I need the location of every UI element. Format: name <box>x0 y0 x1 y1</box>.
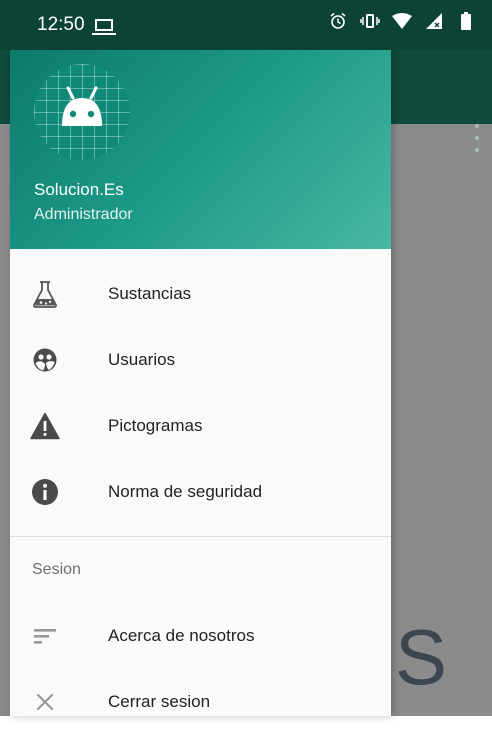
menu-item-acerca[interactable]: Acerca de nosotros <box>10 603 391 669</box>
warning-icon <box>28 409 62 443</box>
status-icons <box>328 11 476 31</box>
drawer-header: Solucion.Es Administrador <box>10 50 391 249</box>
overflow-menu-icon[interactable] <box>474 124 480 152</box>
battery-icon <box>456 11 476 31</box>
menu-item-label: Norma de seguridad <box>108 482 263 501</box>
menu-item-norma-seguridad[interactable]: Norma de seguridad <box>10 459 391 525</box>
profile-name: Solucion.Es <box>34 180 124 199</box>
menu-item-usuarios[interactable]: Usuarios <box>10 327 391 393</box>
menu-item-label: Acerca de nosotros <box>108 626 255 645</box>
drawer-menu: Sustancias Usuarios Pictogramas Norma de… <box>10 261 391 735</box>
section-title-sesion: Sesion <box>32 561 81 578</box>
profile-role: Administrador <box>34 206 133 223</box>
vibrate-icon <box>360 11 380 31</box>
status-time: 12:50 <box>37 14 85 35</box>
menu-item-pictogramas[interactable]: Pictogramas <box>10 393 391 459</box>
menu-item-cerrar-sesion[interactable]: Cerrar sesion <box>10 669 391 735</box>
background-partial-text: S <box>395 613 448 701</box>
flask-icon <box>28 277 62 311</box>
info-icon <box>28 475 62 509</box>
alarm-icon <box>328 11 348 31</box>
wifi-icon <box>392 11 412 31</box>
menu-item-label: Sustancias <box>108 284 192 303</box>
menu-item-label: Cerrar sesion <box>108 692 211 711</box>
menu-item-label: Usuarios <box>108 350 176 369</box>
signal-icon <box>424 11 444 31</box>
close-icon <box>28 685 62 719</box>
avatar[interactable] <box>34 64 130 160</box>
sort-lines-icon <box>28 619 62 653</box>
laptop-icon <box>92 19 116 35</box>
menu-item-label: Pictogramas <box>108 416 203 435</box>
menu-item-sustancias[interactable]: Sustancias <box>10 261 391 327</box>
status-bar: 12:50 <box>0 0 492 50</box>
users-icon <box>28 343 62 377</box>
android-icon <box>62 86 102 126</box>
navigation-drawer: Solucion.Es Administrador Sustancias Usu… <box>10 50 391 716</box>
